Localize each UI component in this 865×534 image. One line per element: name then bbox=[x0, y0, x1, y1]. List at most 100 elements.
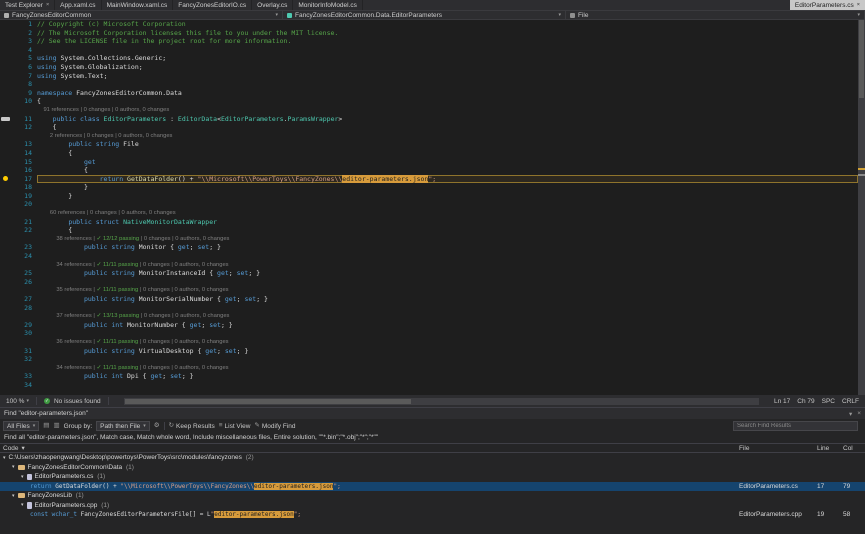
glyph-margin bbox=[0, 381, 13, 390]
tab-editorparameters[interactable]: EditorParameters.cs× bbox=[790, 0, 865, 10]
expander-icon[interactable]: ▾ bbox=[21, 474, 24, 480]
code-line[interactable]: 31 public string VirtualDesktop { get; s… bbox=[0, 347, 858, 356]
code-line[interactable]: 25 public string MonitorInstanceId { get… bbox=[0, 269, 858, 278]
code-line[interactable]: 5using System.Collections.Generic; bbox=[0, 54, 858, 63]
column-header-file[interactable]: File bbox=[739, 445, 817, 452]
modify-find-button[interactable]: ✎ Modify Find bbox=[254, 421, 295, 431]
code-line[interactable]: 28 bbox=[0, 304, 858, 313]
code-line[interactable]: 33 public int Dpi { get; set; } bbox=[0, 372, 858, 381]
search-find-results-input[interactable] bbox=[733, 421, 858, 431]
find-group-row[interactable]: ▾C:\Users\zhaopengwang\Desktop\powertoys… bbox=[0, 453, 865, 463]
result-count: (1) bbox=[99, 502, 109, 509]
code-line[interactable]: 4 bbox=[0, 46, 858, 55]
eol-indicator[interactable]: CRLF bbox=[842, 398, 859, 405]
expander-icon[interactable]: ▾ bbox=[12, 464, 15, 470]
tab[interactable]: Overlay.cs bbox=[252, 0, 293, 10]
column-header-line[interactable]: Line bbox=[817, 445, 843, 452]
expander-icon[interactable]: ▾ bbox=[3, 455, 6, 461]
tab[interactable]: MainWindow.xaml.cs bbox=[102, 0, 174, 10]
code-line[interactable]: 19 } bbox=[0, 192, 858, 201]
code-line[interactable]: 11 public class EditorParameters : Edito… bbox=[0, 115, 858, 124]
column-header-code[interactable]: Code ▾ bbox=[0, 444, 739, 452]
code-line[interactable]: 7using System.Text; bbox=[0, 72, 858, 81]
tab[interactable]: Test Explorer× bbox=[0, 0, 55, 10]
code-line[interactable]: 18 } bbox=[0, 183, 858, 192]
editor-horizontal-scrollbar[interactable] bbox=[124, 398, 759, 405]
scope-dropdown[interactable]: All Files ▾ bbox=[3, 421, 39, 431]
find-group-row[interactable]: ▾EditorParameters.cs (1) bbox=[0, 472, 865, 482]
find-group-row[interactable]: ▾FancyZonesEditorCommon\Data (1) bbox=[0, 463, 865, 473]
find-result-row[interactable]: const wchar_t FancyZonesEditorParameters… bbox=[0, 510, 865, 520]
scrollbar-thumb[interactable] bbox=[125, 399, 411, 404]
tab[interactable]: App.xaml.cs bbox=[55, 0, 101, 10]
list-view-button[interactable]: ≡ List View bbox=[219, 421, 251, 431]
code-line[interactable]: 1// Copyright (c) Microsoft Corporation bbox=[0, 20, 858, 29]
code-line[interactable]: 21 public struct NativeMonitorDataWrappe… bbox=[0, 218, 858, 227]
zoom-control[interactable]: 100 % ▾ bbox=[6, 398, 29, 405]
expander-icon[interactable]: ▾ bbox=[21, 502, 24, 508]
code-line[interactable]: 27 public string MonitorSerialNumber { g… bbox=[0, 295, 858, 304]
codelens-line[interactable]: 91 references | 0 changes | 0 authors, 0… bbox=[0, 106, 858, 115]
glyph-margin bbox=[0, 106, 13, 115]
find-group-row[interactable]: ▾FancyZonesLib (1) bbox=[0, 491, 865, 501]
line-number: 27 bbox=[13, 295, 37, 304]
code-editor[interactable]: 1// Copyright (c) Microsoft Corporation2… bbox=[0, 20, 858, 395]
codelens-line[interactable]: 38 references | ✓ 12/12 passing | 0 chan… bbox=[0, 235, 858, 244]
code-line[interactable]: 10{ bbox=[0, 97, 858, 106]
code-line[interactable]: 17 return GetDataFolder() + "\\Microsoft… bbox=[0, 175, 858, 184]
codelens-line[interactable]: 37 references | ✓ 13/13 passing | 0 chan… bbox=[0, 312, 858, 321]
code-line[interactable]: 26 bbox=[0, 278, 858, 287]
column-header-col[interactable]: Col bbox=[843, 445, 865, 452]
close-icon[interactable]: × bbox=[46, 2, 49, 8]
code-line[interactable]: 2// The Microsoft Corporation licenses t… bbox=[0, 29, 858, 38]
issues-indicator[interactable]: ✓ No issues found bbox=[44, 398, 101, 405]
find-group-row[interactable]: ▾EditorParameters.cpp (1) bbox=[0, 501, 865, 511]
code-line[interactable]: 8 bbox=[0, 80, 858, 89]
code-line[interactable]: 24 bbox=[0, 252, 858, 261]
code-line[interactable]: 22 { bbox=[0, 226, 858, 235]
code-line[interactable]: 29 public int MonitorNumber { get; set; … bbox=[0, 321, 858, 330]
column-indicator[interactable]: Ch 79 bbox=[797, 398, 814, 405]
keep-results-button[interactable]: ↻ Keep Results bbox=[169, 421, 215, 431]
code-line[interactable]: 14 { bbox=[0, 149, 858, 158]
chevron-down-icon[interactable]: ▾ bbox=[849, 410, 852, 418]
code-line[interactable]: 23 public string Monitor { get; set; } bbox=[0, 243, 858, 252]
code-line[interactable]: 34 bbox=[0, 381, 858, 390]
tab[interactable]: FancyZonesEditorIO.cs bbox=[173, 0, 252, 10]
code-line[interactable]: 12 { bbox=[0, 123, 858, 132]
codelens-line[interactable]: 60 references | 0 changes | 0 authors, 0… bbox=[0, 209, 858, 218]
member-dropdown[interactable]: File ▾ bbox=[566, 11, 865, 19]
code-line[interactable]: 16 { bbox=[0, 166, 858, 175]
code-line[interactable]: 9namespace FancyZonesEditorCommon.Data bbox=[0, 89, 858, 98]
find-result-row[interactable]: return GetDataFolder() + "\\Microsoft\\P… bbox=[0, 482, 865, 492]
gear-icon[interactable]: ⚙ bbox=[154, 421, 160, 431]
codelens-line[interactable]: 34 references | ✓ 11/11 passing | 0 chan… bbox=[0, 261, 858, 270]
chevron-down-icon: ▾ bbox=[143, 423, 146, 429]
codelens-line[interactable]: 34 references | ✓ 11/11 passing | 0 chan… bbox=[0, 364, 858, 373]
close-icon[interactable]: × bbox=[857, 410, 861, 418]
group-by-dropdown[interactable]: Path then File ▾ bbox=[96, 421, 150, 431]
codelens-line[interactable]: 35 references | ✓ 11/11 passing | 0 chan… bbox=[0, 286, 858, 295]
codelens-line[interactable]: 36 references | ✓ 11/11 passing | 0 chan… bbox=[0, 338, 858, 347]
code-line[interactable]: 20 bbox=[0, 200, 858, 209]
tab[interactable]: MonitorInfoModel.cs bbox=[293, 0, 363, 10]
space-indicator[interactable]: SPC bbox=[822, 398, 835, 405]
scrollbar-thumb[interactable] bbox=[859, 20, 864, 98]
code-line[interactable]: 32 bbox=[0, 355, 858, 364]
line-indicator[interactable]: Ln 17 bbox=[774, 398, 790, 405]
code-line[interactable]: 13 public string File bbox=[0, 140, 858, 149]
code-line[interactable]: 15 get bbox=[0, 158, 858, 167]
type-dropdown[interactable]: FancyZonesEditorCommon.Data.EditorParame… bbox=[283, 11, 566, 19]
project-dropdown[interactable]: FancyZonesEditorCommon ▾ bbox=[0, 11, 283, 19]
code-line[interactable]: 6using System.Globalization; bbox=[0, 63, 858, 72]
lightbulb-icon[interactable] bbox=[3, 176, 8, 181]
code-line[interactable]: 30 bbox=[0, 329, 858, 338]
code-line[interactable]: 3// See the LICENSE file in the project … bbox=[0, 37, 858, 46]
folder-filter-icon[interactable]: ▥ bbox=[53, 421, 59, 431]
line-number: 3 bbox=[13, 37, 37, 46]
codelens-line[interactable]: 2 references | 0 changes | 0 authors, 0 … bbox=[0, 132, 858, 141]
files-filter-icon[interactable]: ▤ bbox=[43, 421, 49, 431]
editor-vertical-scrollbar[interactable] bbox=[858, 20, 865, 395]
close-icon[interactable]: × bbox=[857, 2, 860, 8]
expander-icon[interactable]: ▾ bbox=[12, 493, 15, 499]
